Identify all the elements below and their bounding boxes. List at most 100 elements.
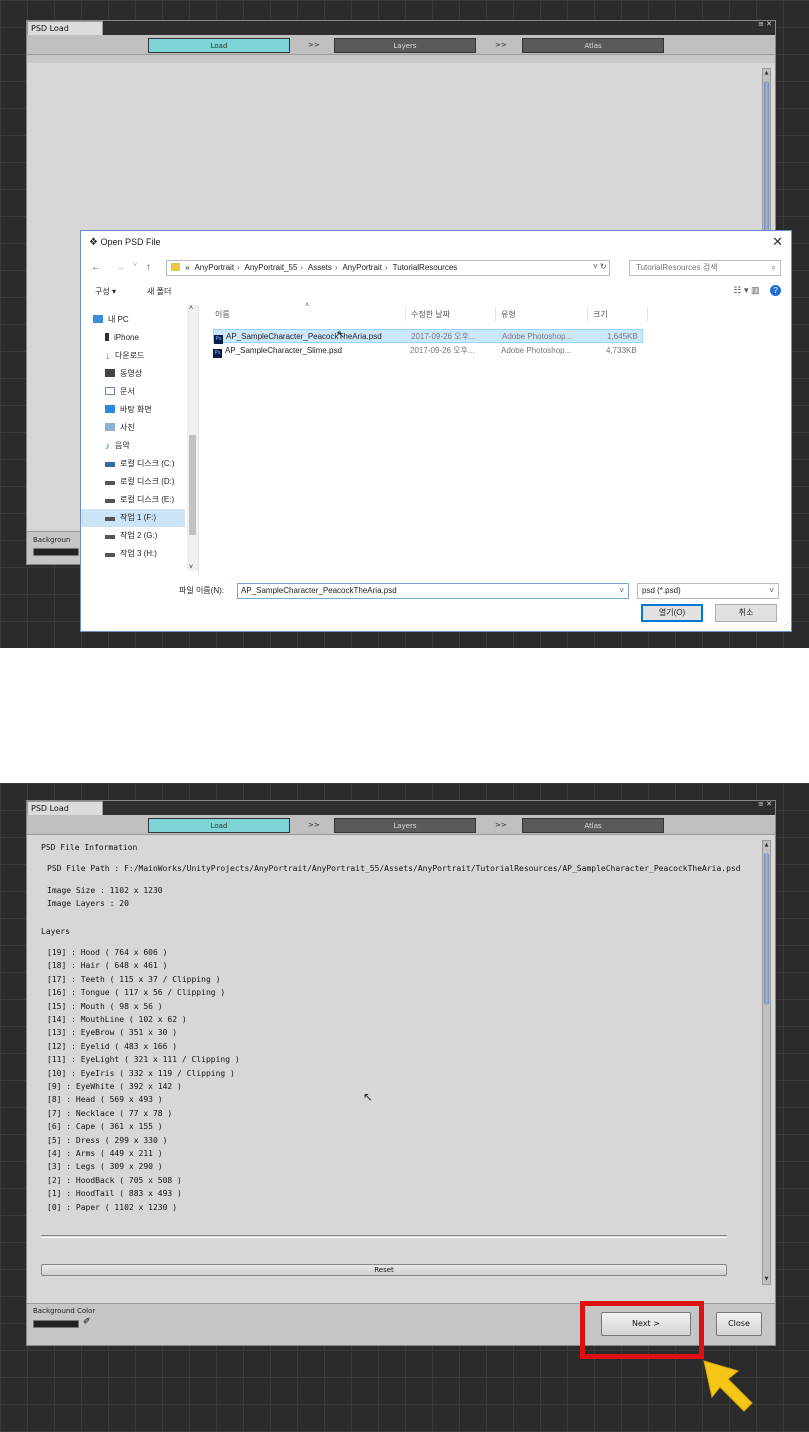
navigation-scrollbar[interactable]: ˄ ˅ — [187, 305, 198, 571]
scroll-up-icon[interactable]: ▲ — [763, 69, 770, 78]
column-divider[interactable] — [587, 307, 588, 321]
sidebar-item[interactable]: 작업 3 (H:) — [105, 545, 198, 563]
column-divider[interactable] — [647, 307, 648, 321]
sidebar-item[interactable]: ♪ 음악 — [105, 437, 198, 455]
column-divider[interactable] — [495, 307, 496, 321]
pc-icon — [93, 315, 103, 323]
open-file-dialog: ❖ Open PSD File ✕ ← → ˅ ↑ « AnyPortrait ›… — [80, 230, 792, 632]
sidebar-item-label: 로컬 디스크 (C:) — [120, 459, 175, 468]
step-atlas[interactable]: Atlas — [522, 818, 664, 833]
eyedropper-icon[interactable]: ✐ — [83, 1317, 91, 1327]
layer-row: [4] : Arms ( 449 x 211 ) — [47, 1149, 163, 1158]
layer-row: [9] : EyeWhite ( 392 x 142 ) — [47, 1082, 182, 1091]
up-folder-icon[interactable]: ↑ — [146, 262, 151, 273]
step-arrow: >> — [308, 821, 320, 829]
download-icon: ↓ — [105, 351, 110, 362]
file-name: AP_SampleCharacter_PeacockTheAria.psd — [226, 332, 382, 341]
sidebar-item[interactable]: 동영상 — [105, 365, 198, 383]
column-divider[interactable] — [405, 307, 406, 321]
close-button[interactable]: Close — [716, 1312, 762, 1336]
background-color-swatch[interactable] — [33, 548, 79, 556]
sidebar-item[interactable]: iPhone — [105, 329, 198, 347]
sidebar-item[interactable]: 로컬 디스크 (C:) — [105, 455, 198, 473]
reset-button[interactable]: Reset — [41, 1264, 727, 1276]
layers-heading: Layers — [41, 927, 70, 936]
breadcrumb-separator: › — [334, 263, 338, 272]
step-layers[interactable]: Layers — [334, 818, 476, 833]
layer-row: [15] : Mouth ( 98 x 56 ) — [47, 1001, 163, 1011]
breadcrumb-item[interactable]: AnyPortrait — [342, 263, 382, 272]
forward-icon[interactable]: → — [115, 262, 125, 273]
breadcrumb-item[interactable]: AnyPortrait_55 — [245, 263, 298, 272]
sidebar-item-label: 로컬 디스크 (D:) — [120, 477, 175, 486]
scroll-up-icon[interactable]: ▲ — [763, 841, 770, 850]
back-icon[interactable]: ← — [91, 262, 101, 273]
layer-row: [13] : EyeBrow ( 351 x 30 ) — [47, 1028, 178, 1038]
scroll-thumb[interactable] — [189, 435, 196, 535]
new-folder-button[interactable]: 새 폴더 — [147, 286, 171, 297]
image-layers: Image Layers : 20 — [47, 899, 129, 908]
step-load[interactable]: Load — [148, 818, 290, 833]
sidebar-item[interactable]: 사진 — [105, 419, 198, 437]
breadcrumb-item[interactable]: Assets — [308, 263, 332, 272]
window-tab[interactable]: PSD Load — [27, 21, 103, 35]
filetype-select[interactable]: psd (*.psd) ˅ — [637, 583, 779, 599]
sidebar-item[interactable]: 로컬 디스크 (D:) — [105, 473, 198, 491]
scroll-down-icon[interactable]: ˅ — [189, 564, 193, 571]
recent-locations-icon[interactable]: ˅ — [133, 262, 137, 269]
file-row-selected[interactable]: Ps AP_SampleCharacter_PeacockTheAria.psd … — [213, 329, 643, 344]
column-size[interactable]: 크기 — [593, 309, 608, 320]
step-load[interactable]: Load — [148, 38, 290, 53]
sidebar-item-label: 바탕 화면 — [120, 405, 152, 414]
sidebar-item[interactable]: 작업 2 (G:) — [105, 527, 198, 545]
sidebar-item[interactable]: 문서 — [105, 383, 198, 401]
dialog-title: ❖ Open PSD File — [89, 237, 161, 248]
file-row[interactable]: Ps AP_SampleCharacter_Slime.psd 2017-09-2… — [213, 344, 643, 358]
open-button[interactable]: 열기(O) — [641, 604, 703, 622]
address-bar[interactable]: « AnyPortrait › AnyPortrait_55 › Assets › A… — [166, 260, 610, 276]
sidebar-item-label: 문서 — [120, 387, 135, 396]
scroll-thumb[interactable] — [764, 853, 769, 1005]
close-icon[interactable]: ✕ — [772, 234, 783, 250]
refresh-icon[interactable]: ˅ ↻ — [593, 260, 607, 274]
layer-row: [3] : Legs ( 309 x 290 ) — [47, 1162, 163, 1172]
column-date[interactable]: 수정한 날짜 — [411, 309, 450, 320]
scroll-up-icon[interactable]: ˄ — [189, 305, 193, 312]
breadcrumb-item[interactable]: AnyPortrait — [194, 263, 234, 272]
cancel-button[interactable]: 취소 — [715, 604, 777, 622]
background-color-swatch[interactable] — [33, 1320, 79, 1328]
chevron-down-icon[interactable]: ˅ — [619, 584, 624, 598]
step-arrow: >> — [495, 41, 507, 49]
sidebar-item-label: 작업 3 (H:) — [120, 549, 157, 558]
step-atlas[interactable]: Atlas — [522, 38, 664, 53]
column-name[interactable]: 이름 — [215, 309, 230, 320]
scroll-down-icon[interactable]: ▼ — [763, 1275, 770, 1284]
view-mode-icon[interactable]: ☷ ▾ ▥ — [733, 285, 759, 295]
window-menu-icon[interactable]: ≡ ✕ — [758, 21, 772, 28]
layer-row: [2] : HoodBack ( 705 x 508 ) — [47, 1175, 182, 1185]
vertical-scrollbar[interactable]: ▲ ▼ — [762, 840, 771, 1285]
search-input[interactable]: TutorialResources 검색 ⌕ — [629, 260, 781, 276]
layer-row: [7] : Necklace ( 77 x 78 ) — [47, 1108, 173, 1118]
window-tab-bar: PSD Load ≡ ✕ — [27, 801, 775, 815]
command-bar: 구성 ▾ 새 폴더 ☷ ▾ ▥ ? — [81, 283, 791, 303]
column-type[interactable]: 유형 — [501, 309, 516, 320]
breadcrumb-separator: › — [384, 263, 388, 272]
sidebar-item-label: 로컬 디스크 (E:) — [120, 495, 175, 504]
organize-button[interactable]: 구성 ▾ — [95, 286, 116, 297]
window-menu-icon[interactable]: ≡ ✕ — [758, 801, 772, 808]
sidebar-item[interactable]: ↓ 다운로드 — [105, 347, 198, 365]
filename-input[interactable]: AP_SampleCharacter_PeacockTheAria.psd ˅ — [237, 583, 629, 599]
file-name: AP_SampleCharacter_Slime.psd — [225, 346, 342, 355]
breadcrumb-item[interactable]: TutorialResources — [393, 263, 458, 272]
help-icon[interactable]: ? — [770, 285, 781, 296]
sidebar-item[interactable]: 바탕 화면 — [105, 401, 198, 419]
breadcrumb-overflow[interactable]: « — [185, 263, 189, 272]
step-layers[interactable]: Layers — [334, 38, 476, 53]
sidebar-item[interactable]: 내 PC — [93, 311, 197, 329]
sidebar-item-selected[interactable]: 작업 1 (F:) — [81, 509, 185, 527]
window-tab[interactable]: PSD Load — [27, 801, 103, 815]
resize-grip-icon[interactable]: ⋰ — [783, 622, 789, 629]
photoshop-file-icon: Ps — [214, 335, 223, 344]
sidebar-item[interactable]: 로컬 디스크 (E:) — [105, 491, 198, 509]
